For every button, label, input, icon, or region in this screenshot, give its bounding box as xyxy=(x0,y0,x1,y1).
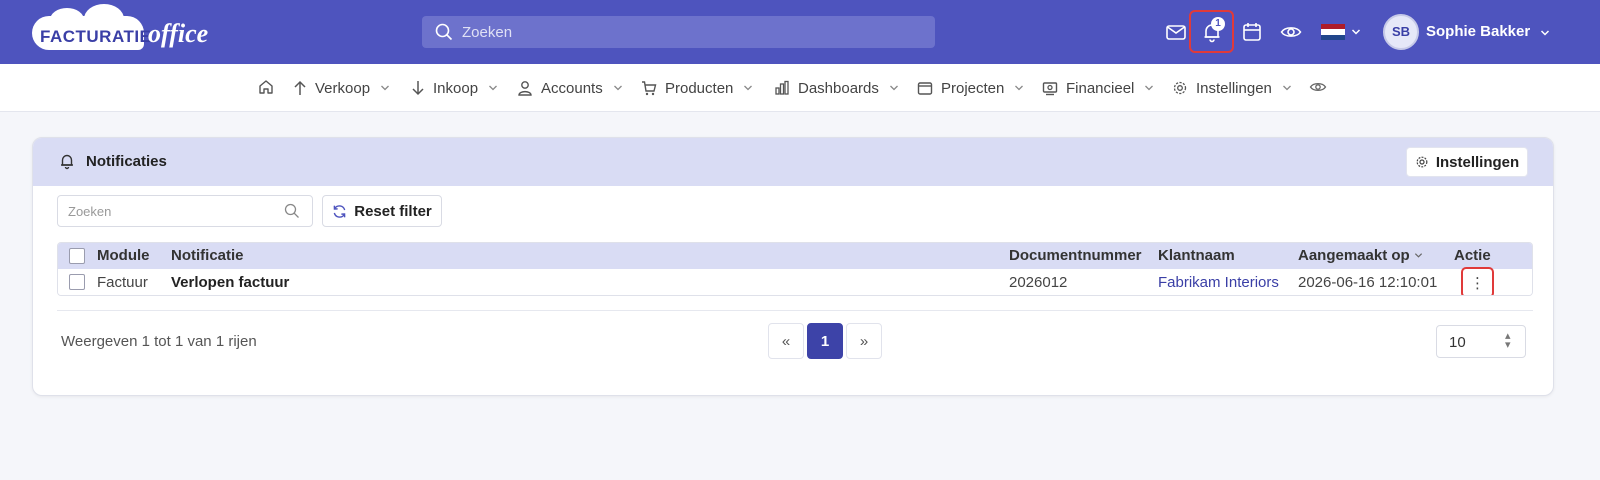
language-flag-icon[interactable] xyxy=(1321,24,1345,40)
bar-chart-icon xyxy=(775,80,789,95)
nav-item-projecten[interactable]: Projecten xyxy=(917,78,1024,98)
search-icon xyxy=(435,23,453,41)
settings-button-label: Instellingen xyxy=(1435,153,1520,171)
pagination-summary: Weergeven 1 tot 1 van 1 rijen xyxy=(61,333,257,350)
logo-text-facturatie: FACTURATIE xyxy=(40,27,152,46)
column-header-actie: Actie xyxy=(1454,247,1491,264)
nav-item-label: Projecten xyxy=(941,79,1005,97)
card-header: Notificaties Instellingen xyxy=(33,138,1553,186)
cell-klantnaam[interactable]: Fabrikam Interiors xyxy=(1158,274,1279,291)
reset-filter-label: Reset filter xyxy=(354,202,432,220)
cart-icon xyxy=(642,81,657,96)
row-actions-button[interactable]: ⋮ xyxy=(1461,267,1494,295)
nav-item-instellingen[interactable]: Instellingen xyxy=(1172,78,1292,98)
page-title: Notificaties xyxy=(86,153,167,170)
select-all-checkbox[interactable] xyxy=(69,248,85,264)
money-icon xyxy=(1042,82,1058,96)
table-search[interactable] xyxy=(57,195,313,227)
more-vertical-icon: ⋮ xyxy=(1470,274,1485,292)
nav-item-label: Producten xyxy=(665,79,734,97)
mail-icon[interactable] xyxy=(1164,20,1188,44)
gear-icon xyxy=(1173,81,1187,95)
chevron-down-icon xyxy=(744,85,753,91)
page-size-value: 10 xyxy=(1449,334,1466,351)
nav-item-label: Verkoop xyxy=(315,79,371,97)
column-header-module[interactable]: Module xyxy=(97,247,150,264)
eye-icon[interactable] xyxy=(1279,20,1303,44)
nav-item-producten[interactable]: Producten xyxy=(641,78,753,98)
pagination-next-button[interactable]: » xyxy=(846,323,882,359)
eye-icon[interactable] xyxy=(1309,78,1327,96)
chevron-down-icon xyxy=(489,85,498,91)
search-icon xyxy=(284,203,299,218)
gear-icon xyxy=(1416,156,1428,168)
row-checkbox[interactable] xyxy=(69,274,85,290)
settings-button[interactable]: Instellingen xyxy=(1406,147,1528,177)
nav-item-verkoop[interactable]: Verkoop xyxy=(293,78,390,98)
user-icon xyxy=(518,81,532,96)
language-chevron-down-icon[interactable] xyxy=(1351,27,1361,37)
notifications-card: Notificaties Instellingen Reset filter M… xyxy=(32,137,1554,396)
nav-item-financieel[interactable]: Financieel xyxy=(1042,78,1154,98)
cell-notificatie[interactable]: Verlopen factuur xyxy=(171,274,289,291)
arrow-down-icon xyxy=(412,81,424,96)
arrow-up-icon xyxy=(294,80,306,95)
divider xyxy=(57,310,1533,311)
sort-desc-icon xyxy=(1414,253,1422,258)
nav-item-accounts[interactable]: Accounts xyxy=(517,78,623,98)
chevron-down-icon xyxy=(1015,85,1024,91)
home-icon[interactable] xyxy=(257,78,275,96)
table-row[interactable]: Factuur Verlopen factuur 2026012 Fabrika… xyxy=(58,267,1532,295)
table-search-input[interactable] xyxy=(68,196,278,226)
column-header-aangemaakt-label: Aangemaakt op xyxy=(1298,247,1410,264)
folder-icon xyxy=(917,82,933,95)
notifications-table: Module Notificatie Documentnummer Klantn… xyxy=(57,242,1533,296)
pagination-page-1[interactable]: 1 xyxy=(807,323,843,359)
nav-item-label: Dashboards xyxy=(798,79,879,97)
pagination-prev-button[interactable]: « xyxy=(768,323,804,359)
avatar[interactable]: SB xyxy=(1383,14,1419,50)
nav-item-label: Accounts xyxy=(541,79,603,97)
table-header: Module Notificatie Documentnummer Klantn… xyxy=(58,243,1532,269)
bell-icon xyxy=(61,154,73,170)
global-search[interactable] xyxy=(422,16,935,48)
reset-filter-button[interactable]: Reset filter xyxy=(322,195,442,227)
refresh-icon xyxy=(333,204,346,218)
chevron-down-icon xyxy=(613,85,622,91)
user-name[interactable]: Sophie Bakker xyxy=(1426,23,1530,40)
chevron-down-icon xyxy=(1282,85,1291,91)
cell-aangemaakt: 2026-06-16 12:10:01 xyxy=(1298,274,1438,291)
chevron-down-icon xyxy=(1145,85,1154,91)
page-size-select[interactable]: 10 ▴ ▾ xyxy=(1436,325,1526,358)
nav-item-label: Inkoop xyxy=(433,79,479,97)
column-header-notificatie[interactable]: Notificatie xyxy=(171,247,244,264)
notification-count-badge: 1 xyxy=(1211,17,1225,31)
nav-item-label: Instellingen xyxy=(1196,79,1272,97)
chevron-down-icon xyxy=(889,85,898,91)
nav-item-inkoop[interactable]: Inkoop xyxy=(411,78,498,98)
nav-item-label: Financieel xyxy=(1066,79,1135,97)
column-header-documentnummer[interactable]: Documentnummer xyxy=(1009,247,1142,264)
main-nav: Verkoop Inkoop Accounts Producten Dashbo… xyxy=(0,64,1600,112)
top-bar: FACTURATIE office 1 SB Sophie Bakker xyxy=(0,0,1600,64)
cell-module: Factuur xyxy=(97,274,148,291)
global-search-input[interactable] xyxy=(462,16,922,48)
logo[interactable]: FACTURATIE office xyxy=(32,4,212,52)
user-menu-chevron-down-icon[interactable] xyxy=(1540,28,1550,38)
select-arrows-icon: ▴ ▾ xyxy=(1505,330,1511,351)
chevron-down-icon xyxy=(381,85,390,91)
column-header-aangemaakt-op[interactable]: Aangemaakt op xyxy=(1298,247,1423,264)
nav-item-dashboards[interactable]: Dashboards xyxy=(774,78,899,98)
calendar-icon[interactable] xyxy=(1240,20,1264,44)
logo-text-office: office xyxy=(148,19,209,48)
column-header-klantnaam[interactable]: Klantnaam xyxy=(1158,247,1235,264)
cell-documentnummer: 2026012 xyxy=(1009,274,1068,291)
